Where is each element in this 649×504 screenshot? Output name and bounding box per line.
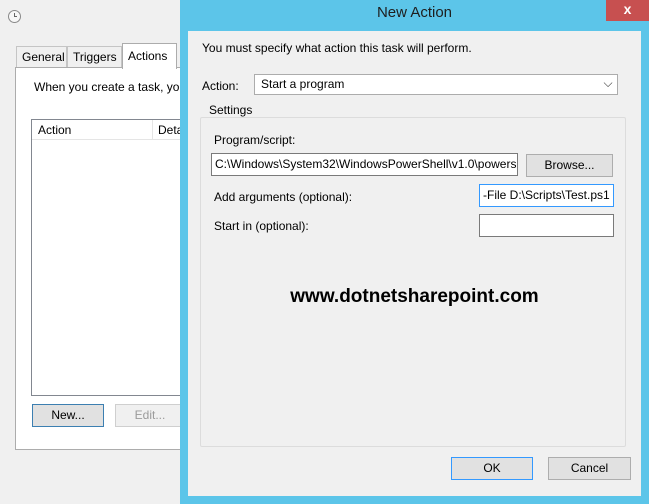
arguments-input[interactable]: -File D:\Scripts\Test.ps1 <box>479 184 614 207</box>
cancel-button[interactable]: Cancel <box>548 457 631 480</box>
actions-list-header: Action Deta <box>32 120 192 140</box>
tab-general[interactable]: General <box>16 46 67 68</box>
dialog-title: New Action <box>376 4 453 21</box>
tab-triggers-label: Triggers <box>73 50 117 64</box>
column-divider[interactable] <box>152 120 153 140</box>
watermark-text: www.dotnetsharepoint.com <box>290 286 539 307</box>
new-action-button[interactable]: New... <box>32 404 104 427</box>
action-select[interactable]: Start a program <box>254 74 618 95</box>
tab-triggers[interactable]: Triggers <box>67 46 122 68</box>
program-script-input[interactable]: C:\Windows\System32\WindowsPowerShell\v1… <box>211 153 518 176</box>
tab-general-label: General <box>22 50 65 64</box>
browse-button[interactable]: Browse... <box>526 154 613 177</box>
start-in-input[interactable] <box>479 214 614 237</box>
close-icon: x <box>623 1 632 17</box>
column-header-action[interactable]: Action <box>38 123 71 137</box>
tab-actions[interactable]: Actions <box>122 43 177 69</box>
dialog-instruction: You must specify what action this task w… <box>202 41 472 55</box>
actions-list[interactable]: Action Deta <box>31 119 192 396</box>
close-button[interactable]: x <box>606 0 649 21</box>
window-titlebar <box>0 0 180 33</box>
task-scheduler-clock-icon <box>8 10 21 23</box>
dialog-body: You must specify what action this task w… <box>188 31 641 496</box>
program-script-label: Program/script: <box>214 133 296 147</box>
settings-legend: Settings <box>207 103 255 117</box>
chevron-down-icon[interactable]: ⌵ <box>601 76 615 92</box>
action-label: Action: <box>202 79 239 93</box>
action-select-value: Start a program <box>261 77 345 91</box>
start-in-label: Start in (optional): <box>214 219 309 233</box>
tab-actions-label: Actions <box>128 49 168 63</box>
actions-description: When you create a task, you <box>34 80 187 94</box>
new-action-dialog: New Action x You must specify what actio… <box>180 0 649 504</box>
edit-action-button[interactable]: Edit... <box>115 404 185 427</box>
ok-button[interactable]: OK <box>451 457 533 480</box>
arguments-label: Add arguments (optional): <box>214 190 353 204</box>
